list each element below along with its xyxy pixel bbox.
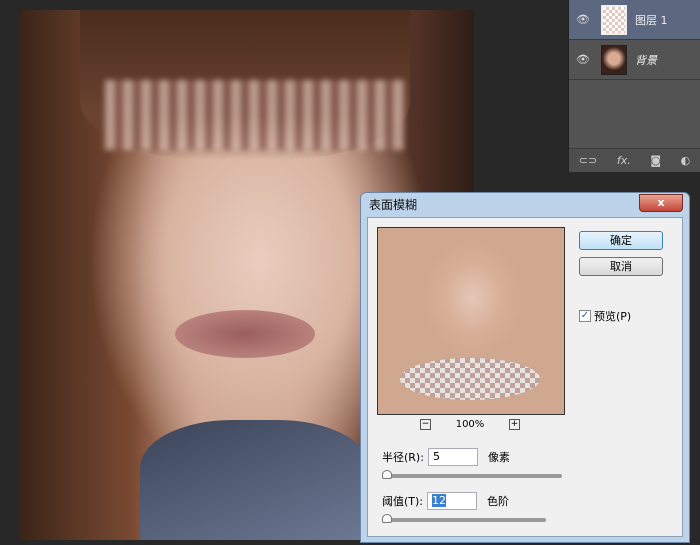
surface-blur-dialog: 表面模糊 x 确定 取消 ✓ 预览(P) − 100% + 半径(R): 5 像… bbox=[360, 192, 690, 543]
ok-button[interactable]: 确定 bbox=[579, 231, 663, 250]
layer-name: 背景 bbox=[635, 53, 657, 67]
layer-thumbnail bbox=[601, 4, 627, 35]
slider-thumb[interactable] bbox=[382, 470, 392, 479]
link-icon[interactable]: ⊂⊃ bbox=[579, 154, 597, 167]
dialog-title: 表面模糊 bbox=[369, 198, 418, 212]
radius-input[interactable]: 5 bbox=[427, 448, 478, 466]
radius-slider[interactable] bbox=[382, 470, 562, 479]
layer-row-layer1[interactable]: 👁 图层 1 bbox=[569, 0, 700, 40]
slider-thumb[interactable] bbox=[382, 514, 392, 523]
close-button[interactable]: x bbox=[639, 194, 683, 212]
zoom-out-button[interactable]: − bbox=[420, 419, 431, 430]
radius-unit: 像素 bbox=[487, 451, 510, 464]
layers-panel: 👁 图层 1 👁 背景 ⊂⊃ fx. ◙ ◐ bbox=[568, 0, 700, 172]
photo-lips bbox=[175, 310, 315, 358]
visibility-eye-icon[interactable]: 👁 bbox=[569, 53, 597, 66]
preview-lips bbox=[400, 358, 540, 400]
preview-label: 预览(P) bbox=[594, 310, 632, 323]
threshold-unit: 色阶 bbox=[487, 495, 510, 508]
visibility-eye-icon[interactable]: 👁 bbox=[569, 13, 597, 26]
threshold-value: 12 bbox=[432, 494, 447, 507]
fx-icon[interactable]: fx. bbox=[617, 154, 631, 167]
zoom-level: 100% bbox=[455, 419, 485, 430]
radius-label: 半径(R): bbox=[382, 451, 424, 464]
threshold-input[interactable]: 12 bbox=[427, 492, 478, 510]
mask-icon[interactable]: ◙ bbox=[650, 154, 661, 167]
photo-collar bbox=[140, 420, 370, 540]
zoom-in-button[interactable]: + bbox=[509, 419, 520, 430]
layer-row-background[interactable]: 👁 背景 bbox=[569, 40, 700, 80]
checkmark-icon[interactable]: ✓ bbox=[579, 310, 591, 322]
layer-name: 图层 1 bbox=[635, 13, 668, 27]
preview-checkbox[interactable]: ✓ 预览(P) bbox=[579, 308, 631, 324]
preview-pane[interactable] bbox=[377, 227, 565, 415]
layer-thumbnail bbox=[601, 44, 627, 75]
zoom-controls: − 100% + bbox=[420, 419, 520, 430]
threshold-label: 阈值(T): bbox=[382, 495, 424, 508]
threshold-slider[interactable] bbox=[382, 514, 546, 523]
photo-eye-mosaic bbox=[105, 80, 405, 150]
layers-footer: ⊂⊃ fx. ◙ ◐ bbox=[569, 148, 700, 172]
adjustment-icon[interactable]: ◐ bbox=[681, 154, 691, 167]
cancel-button[interactable]: 取消 bbox=[579, 257, 663, 276]
